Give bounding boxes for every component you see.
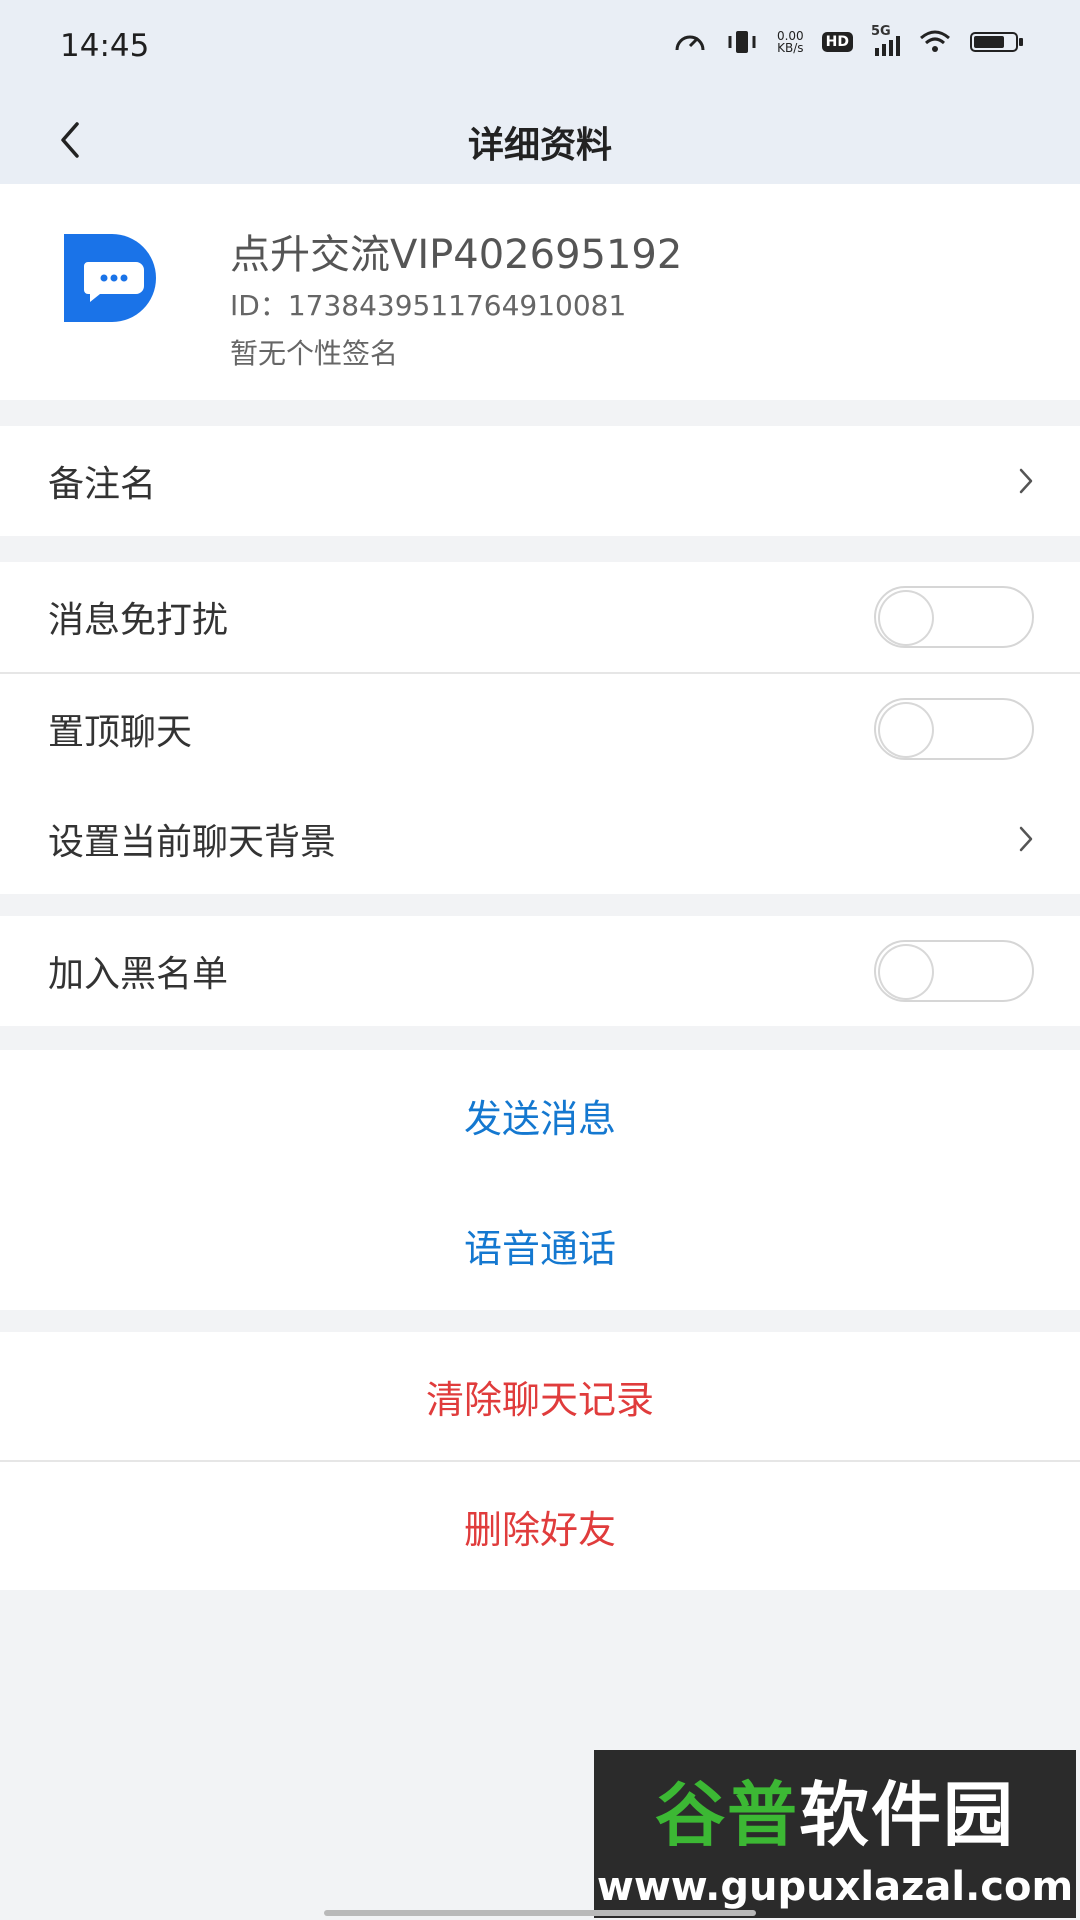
watermark-title-white: 软件园 xyxy=(799,1773,1015,1856)
delete-friend-button[interactable]: 删除好友 xyxy=(0,1462,1080,1590)
blacklist-group: 加入黑名单 xyxy=(0,916,1080,1026)
profile-signature: 暂无个性签名 xyxy=(230,337,399,370)
remark-row[interactable]: 备注名 xyxy=(0,426,1080,536)
avatar[interactable] xyxy=(60,224,170,334)
watermark-title-green: 谷普 xyxy=(655,1773,799,1856)
status-time: 14:45 xyxy=(60,28,150,64)
primary-actions-group: 发送消息 语音通话 xyxy=(0,1050,1080,1310)
remark-group: 备注名 xyxy=(0,426,1080,536)
page-title: 详细资料 xyxy=(467,125,612,166)
status-icons: 0.00 KB/s HD 5G xyxy=(673,24,1024,56)
pin-toggle[interactable] xyxy=(874,698,1034,760)
danger-actions-group: 清除聊天记录 删除好友 xyxy=(0,1332,1080,1590)
blacklist-row: 加入黑名单 xyxy=(0,916,1080,1026)
blacklist-toggle[interactable] xyxy=(874,940,1034,1002)
send-message-button[interactable]: 发送消息 xyxy=(0,1050,1080,1180)
net-speed: 0.00 KB/s xyxy=(777,30,804,54)
mute-toggle[interactable] xyxy=(874,586,1034,648)
battery-icon xyxy=(970,32,1023,52)
net-speed-unit: KB/s xyxy=(777,41,804,55)
mute-label: 消息免打扰 xyxy=(48,600,229,641)
chevron-right-icon xyxy=(1019,826,1033,852)
toggle-knob xyxy=(880,946,932,998)
profile-name: 点升交流VIP402695192 xyxy=(230,232,683,278)
clear-history-button[interactable]: 清除聊天记录 xyxy=(0,1332,1080,1460)
vibrate-icon xyxy=(728,31,756,53)
watermark-title: 谷普软件园 xyxy=(655,1759,1015,1860)
chevron-right-icon xyxy=(1019,468,1033,494)
toggle-knob xyxy=(880,592,932,644)
signal-icon: 5G xyxy=(871,24,900,56)
blacklist-label: 加入黑名单 xyxy=(48,954,229,995)
profile-id: ID：1738439511764910081 xyxy=(230,289,627,322)
hd-badge: HD xyxy=(821,32,853,52)
nav-bar: 详细资料 xyxy=(0,96,1080,184)
toggle-knob xyxy=(880,704,932,756)
voice-call-button[interactable]: 语音通话 xyxy=(0,1180,1080,1310)
chat-settings-group: 消息免打扰 置顶聊天 设置当前聊天背景 xyxy=(0,562,1080,894)
status-bar: 14:45 0.00 KB/s HD 5G xyxy=(0,0,1080,96)
wifi-icon xyxy=(920,30,950,52)
chat-background-label: 设置当前聊天背景 xyxy=(48,822,337,863)
remark-label: 备注名 xyxy=(48,464,157,505)
pin-row: 置顶聊天 xyxy=(0,674,1080,784)
pin-label: 置顶聊天 xyxy=(48,712,193,753)
watermark: 谷普软件园 www.gupuxlazal.com xyxy=(594,1750,1076,1918)
chat-background-row[interactable]: 设置当前聊天背景 xyxy=(0,784,1080,894)
watermark-url: www.gupuxlazal.com xyxy=(596,1863,1074,1910)
signal-label: 5G xyxy=(871,24,891,39)
mute-row: 消息免打扰 xyxy=(0,562,1080,672)
home-indicator[interactable] xyxy=(324,1910,756,1916)
speedometer-icon xyxy=(675,35,705,51)
profile-card: 点升交流VIP402695192 ID：1738439511764910081 … xyxy=(0,184,1080,400)
